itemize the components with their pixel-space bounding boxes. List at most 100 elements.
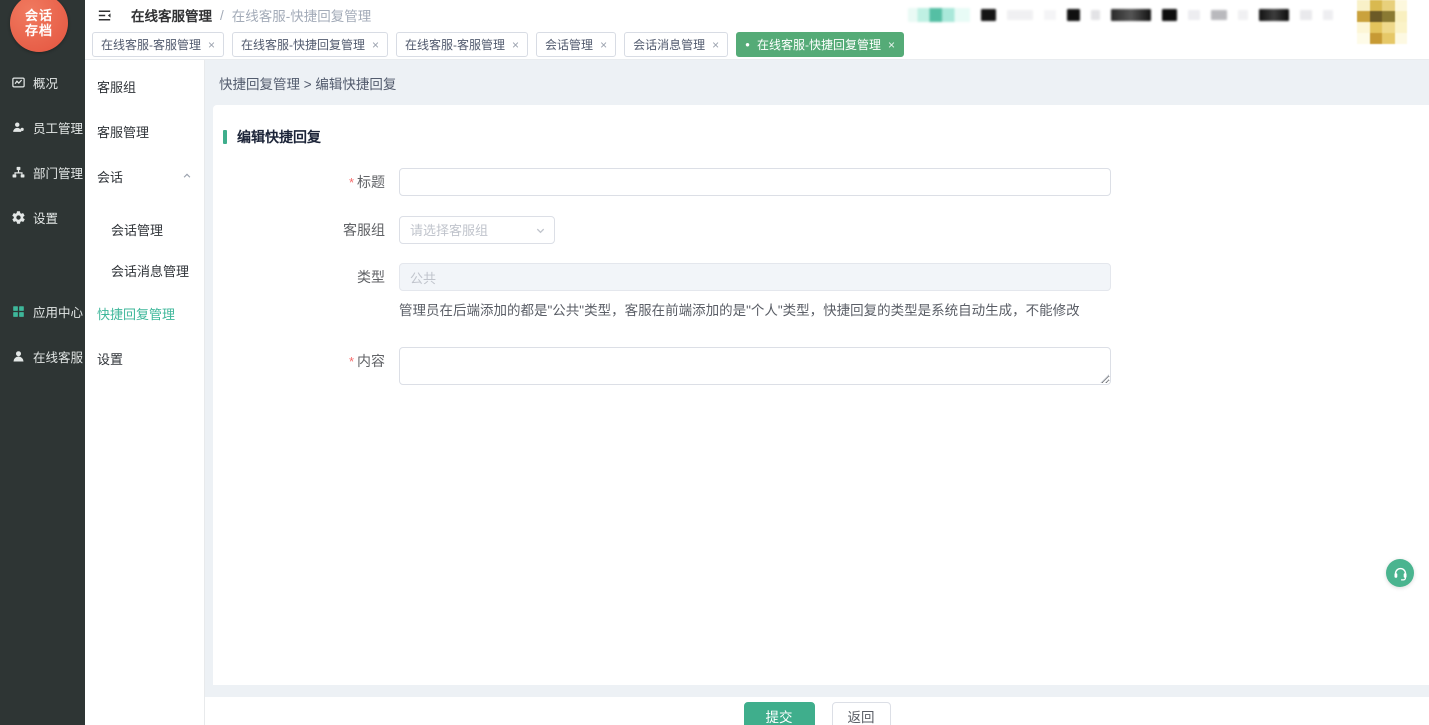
department-icon — [11, 165, 26, 180]
logo-line2: 存档 — [25, 23, 53, 38]
group-select-input[interactable] — [399, 216, 555, 244]
tab-quick-reply-1[interactable]: 在线客服-快捷回复管理 × — [232, 32, 388, 57]
logo-line1: 会话 — [25, 8, 53, 23]
redacted-block — [1323, 10, 1333, 20]
breadcrumb-current: 在线客服-快捷回复管理 — [232, 5, 372, 25]
back-button[interactable]: 返回 — [832, 702, 891, 725]
content-area: 快捷回复管理 > 编辑快捷回复 编辑快捷回复 *标题 — [205, 60, 1429, 725]
menu-item-session-messages[interactable]: 会话消息管理 — [85, 260, 204, 280]
floating-support-button[interactable] — [1386, 559, 1414, 587]
primary-nav: 概况 员工管理 部门管理 设置 — [0, 0, 85, 366]
tab-label: 在线客服-客服管理 — [101, 36, 201, 53]
type-help-text: 管理员在后端添加的都是"公共"类型，客服在前端添加的是"个人"类型，快捷回复的类… — [399, 299, 1429, 319]
breadcrumb-section[interactable]: 在线客服管理 — [131, 5, 212, 25]
menu-item-session-management[interactable]: 会话管理 — [85, 219, 204, 239]
required-mark: * — [349, 354, 354, 369]
sidebar-item-employees[interactable]: 员工管理 — [0, 117, 85, 137]
tab-label: 在线客服-快捷回复管理 — [757, 36, 881, 53]
apps-grid-icon — [11, 304, 26, 319]
redacted-block — [1111, 9, 1151, 21]
sidebar-item-label: 应用中心 — [33, 302, 83, 321]
menu-fold-icon[interactable] — [93, 4, 115, 26]
menu-item-cs-management[interactable]: 客服管理 — [85, 121, 204, 141]
redacted-block — [1067, 9, 1080, 21]
tab-session-management[interactable]: 会话管理 × — [536, 32, 616, 57]
close-icon[interactable]: × — [888, 39, 895, 51]
tab-cs-management-2[interactable]: 在线客服-客服管理 × — [396, 32, 528, 57]
sidebar-item-overview[interactable]: 概况 — [0, 72, 85, 92]
page-breadcrumb: 快捷回复管理 > 编辑快捷回复 — [205, 60, 1429, 105]
sidebar-item-label: 设置 — [33, 208, 58, 227]
title-accent-bar — [223, 130, 227, 144]
form-row-group: 客服组 — [213, 216, 1429, 244]
menu-item-label: 快捷回复管理 — [97, 304, 175, 323]
tab-session-messages[interactable]: 会话消息管理 × — [624, 32, 728, 57]
content-textarea[interactable] — [399, 347, 1111, 385]
close-icon[interactable]: × — [600, 39, 607, 51]
breadcrumb: 在线客服管理 / 在线客服-快捷回复管理 — [131, 5, 371, 25]
primary-sidebar: 会话 存档 概况 员工管理 部门管理 — [0, 0, 85, 725]
avatar[interactable] — [1357, 0, 1407, 44]
title-label: *标题 — [213, 168, 385, 197]
menu-item-label: 设置 — [97, 349, 123, 368]
redacted-block — [1188, 10, 1200, 20]
form-row-type: 类型 — [213, 263, 1429, 291]
redacted-block — [1007, 10, 1033, 20]
sidebar-item-app-center[interactable]: 应用中心 — [0, 301, 85, 321]
edit-card: 编辑快捷回复 *标题 客 — [213, 105, 1429, 685]
close-icon[interactable]: × — [372, 39, 379, 51]
label-text: 内容 — [357, 353, 385, 369]
form-row-title: *标题 — [213, 168, 1429, 197]
employee-icon — [11, 120, 26, 135]
label-text: 客服组 — [343, 222, 385, 238]
redacted-block — [1211, 10, 1227, 20]
card-title: 编辑快捷回复 — [223, 127, 1429, 147]
app-window: 会话 存档 概况 员工管理 部门管理 — [0, 0, 1429, 725]
menu-item-session[interactable]: 会话 — [85, 166, 204, 186]
chevron-up-icon — [182, 171, 192, 181]
label-text: 标题 — [357, 174, 385, 190]
tab-cs-management-1[interactable]: 在线客服-客服管理 × — [92, 32, 224, 57]
group-select[interactable] — [399, 216, 555, 244]
menu-item-settings[interactable]: 设置 — [85, 348, 204, 368]
active-dot-icon: ● — [745, 41, 750, 49]
tab-bar: 在线客服-客服管理 × 在线客服-快捷回复管理 × 在线客服-客服管理 × 会话… — [85, 30, 1429, 60]
redacted-block — [1044, 10, 1056, 20]
title-input[interactable] — [399, 168, 1111, 196]
topbar: 在线客服管理 / 在线客服-快捷回复管理 — [85, 0, 1429, 30]
main-region: 在线客服管理 / 在线客服-快捷回复管理 — [85, 0, 1429, 725]
redacted-block — [1238, 10, 1248, 20]
sidebar-item-online-cs[interactable]: 在线客服 — [0, 346, 85, 366]
sidebar-item-label: 概况 — [33, 73, 58, 92]
page-body: 客服组 客服管理 会话 会话管理 会话消息管理 快 — [85, 60, 1429, 725]
type-label: 类型 — [213, 263, 385, 291]
sidebar-item-settings[interactable]: 设置 — [0, 207, 85, 227]
breadcrumb-separator: / — [220, 8, 224, 23]
type-input — [399, 263, 1111, 291]
submit-button[interactable]: 提交 — [744, 702, 815, 725]
form-row-content: *内容 — [213, 347, 1429, 385]
gear-icon — [11, 210, 26, 225]
menu-item-label: 会话消息管理 — [111, 261, 189, 280]
form-footer: 提交 返回 — [205, 697, 1429, 725]
sidebar-item-departments[interactable]: 部门管理 — [0, 162, 85, 182]
redacted-header-items — [908, 8, 1429, 22]
tab-label: 会话消息管理 — [633, 36, 705, 53]
menu-item-label: 客服组 — [97, 77, 136, 96]
agent-icon — [11, 349, 26, 364]
menu-item-label: 会话管理 — [111, 220, 163, 239]
menu-item-quick-reply[interactable]: 快捷回复管理 — [85, 303, 204, 323]
close-icon[interactable]: × — [712, 39, 719, 51]
tab-label: 在线客服-客服管理 — [405, 36, 505, 53]
close-icon[interactable]: × — [512, 39, 519, 51]
redacted-block — [1162, 9, 1177, 21]
close-icon[interactable]: × — [208, 39, 215, 51]
card-title-text: 编辑快捷回复 — [237, 127, 321, 147]
tab-label: 在线客服-快捷回复管理 — [241, 36, 365, 53]
sidebar-item-label: 部门管理 — [33, 163, 83, 182]
card-footer-gap — [205, 685, 1429, 697]
quick-reply-form: *标题 客服组 — [213, 168, 1429, 385]
group-label: 客服组 — [213, 216, 385, 244]
menu-item-cs-groups[interactable]: 客服组 — [85, 76, 204, 96]
tab-quick-reply-active[interactable]: ● 在线客服-快捷回复管理 × — [736, 32, 904, 57]
